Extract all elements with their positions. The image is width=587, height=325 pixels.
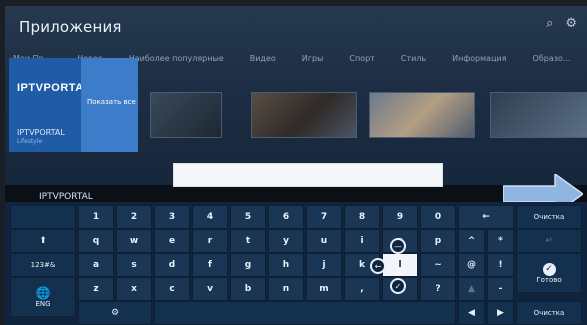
key[interactable]: d bbox=[154, 253, 190, 277]
done-key[interactable]: ✓ Готово bbox=[516, 253, 582, 293]
settings-icon[interactable]: ⚙ bbox=[565, 16, 577, 31]
key[interactable]: 6 bbox=[268, 205, 304, 229]
key[interactable]: h bbox=[268, 253, 304, 277]
key[interactable]: 3 bbox=[154, 205, 190, 229]
key[interactable]: p bbox=[420, 229, 456, 253]
key[interactable]: a bbox=[78, 253, 114, 277]
app-thumbnail[interactable] bbox=[150, 92, 222, 138]
tile-subcaption: Lifestyle bbox=[17, 138, 43, 145]
settings-key[interactable]: ⚙ bbox=[78, 301, 152, 325]
search-icon[interactable]: ⌕ bbox=[546, 16, 553, 31]
show-all-label: Показать все bbox=[87, 98, 136, 106]
clear-bottom-key[interactable]: Очистка bbox=[516, 301, 582, 325]
input-label: IPTVPORTAL bbox=[39, 192, 93, 202]
key[interactable]: ~ bbox=[420, 253, 456, 277]
key[interactable]: , bbox=[344, 277, 380, 301]
right-arrow-key[interactable]: ▶ bbox=[487, 301, 514, 325]
key[interactable]: f bbox=[192, 253, 228, 277]
key[interactable]: ▲ bbox=[458, 277, 485, 301]
globe-icon: 🌐 bbox=[35, 286, 51, 300]
key[interactable]: 8 bbox=[344, 205, 380, 229]
key[interactable]: 5 bbox=[230, 205, 266, 229]
clear-key[interactable]: Очистка bbox=[516, 205, 582, 229]
key[interactable]: u bbox=[306, 229, 342, 253]
key[interactable]: n bbox=[268, 277, 304, 301]
nav-left-ring: ← bbox=[370, 258, 386, 274]
category-item[interactable]: Видео bbox=[250, 54, 276, 66]
key[interactable]: 4 bbox=[192, 205, 228, 229]
key[interactable]: 9 bbox=[382, 205, 418, 229]
key[interactable]: m bbox=[306, 277, 342, 301]
key[interactable]: x bbox=[116, 277, 152, 301]
nav-ok-ring: ✓ bbox=[390, 278, 406, 294]
language-label: ENG bbox=[35, 300, 51, 308]
key[interactable]: ! bbox=[487, 253, 514, 277]
backspace-key[interactable]: ← bbox=[458, 205, 514, 229]
key[interactable]: s bbox=[116, 253, 152, 277]
iptvportal-logo: IPTVPORTAL bbox=[17, 82, 91, 94]
key[interactable]: ? bbox=[420, 277, 456, 301]
key[interactable]: e bbox=[154, 229, 190, 253]
key[interactable]: i bbox=[344, 229, 380, 253]
category-item[interactable]: Стиль bbox=[401, 54, 426, 66]
key[interactable]: - bbox=[487, 277, 514, 301]
nav-up-ring: — bbox=[390, 238, 406, 254]
page-title: Приложения bbox=[19, 18, 122, 36]
done-label: Готово bbox=[536, 275, 562, 284]
app-thumbnail[interactable] bbox=[490, 92, 587, 138]
key[interactable]: v bbox=[192, 277, 228, 301]
category-item[interactable]: Наиболее популярные bbox=[129, 54, 224, 66]
key[interactable]: c bbox=[154, 277, 190, 301]
tile-caption: IPTVPORTAL bbox=[17, 128, 65, 137]
category-item[interactable]: Спорт bbox=[349, 54, 374, 66]
key[interactable]: t bbox=[230, 229, 266, 253]
shift-key[interactable]: ⬆ bbox=[10, 229, 76, 253]
left-arrow-key[interactable]: ◀ bbox=[458, 301, 485, 325]
key[interactable]: 0 bbox=[420, 205, 456, 229]
key[interactable]: * bbox=[487, 229, 514, 253]
gear-icon: ⚙ bbox=[110, 308, 120, 318]
key[interactable]: j bbox=[306, 253, 342, 277]
tv-screen: Приложения ⌕ ⚙ Мои Пр... Новое Наиболее … bbox=[0, 0, 587, 325]
key[interactable]: 7 bbox=[306, 205, 342, 229]
check-icon: ✓ bbox=[542, 262, 556, 276]
app-thumbnail[interactable] bbox=[369, 92, 475, 138]
key[interactable]: 2 bbox=[116, 205, 152, 229]
category-item[interactable]: Игры bbox=[302, 54, 324, 66]
empty-key bbox=[10, 205, 76, 229]
top-icons: ⌕ ⚙ bbox=[546, 16, 577, 31]
category-item[interactable]: Образо... bbox=[533, 54, 571, 66]
show-all-tile[interactable]: Показать все bbox=[81, 58, 138, 152]
key[interactable]: r bbox=[192, 229, 228, 253]
key[interactable]: b bbox=[230, 277, 266, 301]
space-key[interactable] bbox=[154, 301, 456, 325]
key-selected[interactable]: l bbox=[382, 253, 418, 277]
key[interactable]: w bbox=[116, 229, 152, 253]
search-input[interactable] bbox=[173, 163, 443, 187]
key[interactable]: @ bbox=[458, 253, 485, 277]
language-key[interactable]: 🌐 ENG bbox=[10, 277, 76, 317]
key[interactable]: g bbox=[230, 253, 266, 277]
mode-key[interactable]: 123#& bbox=[10, 253, 76, 277]
category-item[interactable]: Информация bbox=[452, 54, 506, 66]
enter-key[interactable]: ↵ bbox=[516, 229, 582, 253]
onscreen-keyboard: ⬆ 123#& 🌐 ENG 1 2 3 4 5 6 7 8 9 0 ← Очис… bbox=[5, 202, 587, 325]
apps-area: Приложения ⌕ ⚙ Мои Пр... Новое Наиболее … bbox=[5, 6, 587, 214]
key[interactable]: y bbox=[268, 229, 304, 253]
key[interactable]: 1 bbox=[78, 205, 114, 229]
app-thumbnail[interactable] bbox=[251, 92, 357, 138]
key[interactable]: ^ bbox=[458, 229, 485, 253]
key[interactable]: z bbox=[78, 277, 114, 301]
key[interactable]: q bbox=[78, 229, 114, 253]
